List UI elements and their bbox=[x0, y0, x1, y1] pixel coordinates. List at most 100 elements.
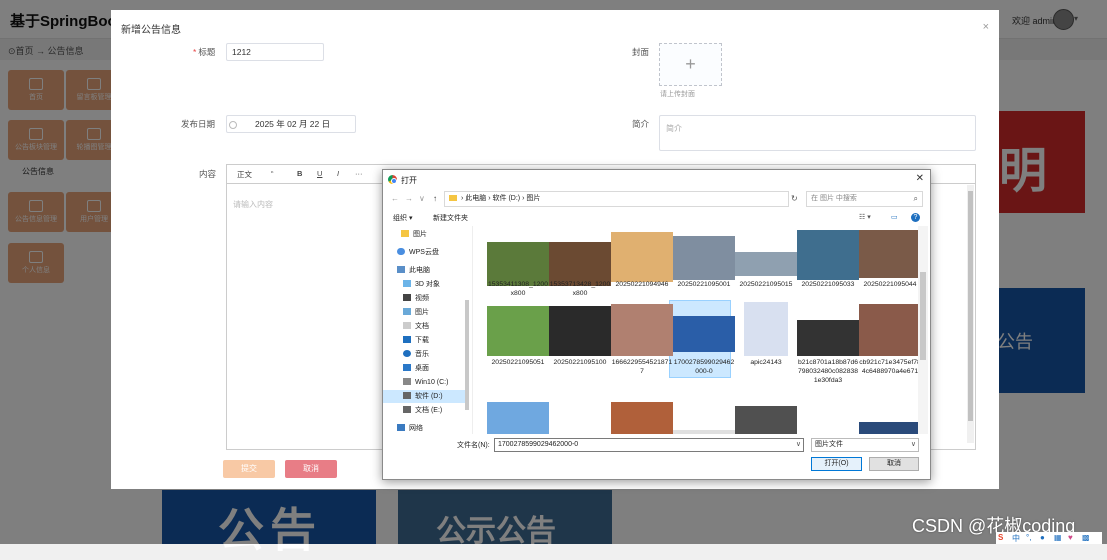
file-name[interactable]: b21c8701a18b87d6798032480c0828381e30fda3 bbox=[797, 358, 859, 385]
nav-item-drive-c[interactable]: Win10 (C:) bbox=[383, 376, 469, 389]
more-icon[interactable]: ··· bbox=[355, 169, 363, 178]
skin-icon[interactable]: ♥ bbox=[1068, 533, 1073, 542]
new-folder-button[interactable]: 新建文件夹 bbox=[433, 213, 468, 223]
sogou-icon[interactable]: S bbox=[998, 533, 1003, 542]
ime-toolbar[interactable]: S 中 °, ● ▦ ♥ ▩ bbox=[996, 532, 1102, 544]
address-bar[interactable]: › 此电脑 › 软件 (D:) › 图片 bbox=[444, 191, 789, 207]
file-name[interactable]: cb921c71e3475ef784c6488970a4e671 bbox=[859, 358, 919, 376]
file-thumbnail[interactable] bbox=[797, 422, 859, 434]
file-name[interactable]: 20250221095044 bbox=[859, 280, 919, 289]
file-name[interactable]: 20250221095051 bbox=[487, 358, 549, 367]
chevron-down-icon[interactable]: ∨ bbox=[419, 194, 425, 203]
nav-scrollbar[interactable] bbox=[463, 226, 471, 434]
grid-icon[interactable]: ▩ bbox=[1082, 533, 1090, 542]
ime-lang-icon[interactable]: 中 bbox=[1012, 533, 1020, 544]
forward-icon[interactable]: → bbox=[405, 194, 413, 203]
plus-icon: + bbox=[685, 54, 696, 74]
desktop-icon bbox=[403, 364, 411, 371]
nav-item-wps[interactable]: WPS云盘 bbox=[383, 246, 469, 259]
file-thumbnail[interactable] bbox=[487, 402, 549, 434]
file-name[interactable]: 20250221095015 bbox=[735, 280, 797, 289]
file-thumbnail[interactable] bbox=[673, 430, 735, 434]
file-thumbnail[interactable] bbox=[859, 422, 919, 434]
date-input[interactable]: 2025 年 02 月 22 日 bbox=[226, 115, 356, 133]
view-icon[interactable]: ☷ ▾ bbox=[859, 213, 871, 221]
file-thumbnail[interactable] bbox=[735, 406, 797, 434]
folder-icon bbox=[449, 195, 457, 201]
file-thumbnail[interactable] bbox=[859, 230, 919, 278]
nav-item-downloads[interactable]: 下载 bbox=[383, 334, 469, 347]
nav-item-network[interactable]: 网络 bbox=[383, 422, 469, 435]
organize-menu[interactable]: 组织 ▾ bbox=[393, 213, 412, 223]
nav-item-pictures2[interactable]: 图片 bbox=[383, 306, 469, 319]
file-name[interactable]: 20250221095001 bbox=[673, 280, 735, 289]
up-icon[interactable]: ↑ bbox=[433, 194, 437, 203]
file-thumbnail[interactable] bbox=[673, 316, 735, 352]
chevron-down-icon[interactable]: ∨ bbox=[911, 439, 916, 451]
underline-icon[interactable]: U bbox=[317, 169, 322, 178]
file-name[interactable]: 20250221095100 bbox=[549, 358, 611, 367]
nav-item-music[interactable]: 音乐 bbox=[383, 348, 469, 361]
file-name[interactable]: 20250221095033 bbox=[797, 280, 859, 289]
file-thumbnail[interactable] bbox=[744, 302, 788, 356]
file-thumbnail[interactable] bbox=[611, 304, 673, 356]
file-thumbnail[interactable] bbox=[611, 232, 673, 282]
filetype-select[interactable]: 图片文件 ∨ bbox=[811, 438, 919, 452]
nav-item-thispc[interactable]: 此电脑 bbox=[383, 264, 469, 277]
drive-icon bbox=[403, 392, 411, 399]
mic-icon[interactable]: ● bbox=[1040, 533, 1045, 542]
nav-item-videos[interactable]: 视频 bbox=[383, 292, 469, 305]
file-name[interactable]: 15353411308_1200x800 bbox=[487, 280, 549, 298]
file-thumbnail[interactable] bbox=[735, 252, 797, 276]
chevron-down-icon[interactable]: ∨ bbox=[796, 439, 801, 451]
editor-scrollbar[interactable] bbox=[967, 185, 974, 443]
editor-placeholder: 请输入内容 bbox=[233, 200, 273, 209]
refresh-icon[interactable]: ↻ bbox=[791, 194, 798, 203]
navigation-pane: 图片 WPS云盘 此电脑 3D 对象 视频 图片 文档 下载 音乐 桌面 Win… bbox=[383, 226, 473, 434]
keyboard-icon[interactable]: ▦ bbox=[1054, 533, 1062, 542]
nav-item-drive-e[interactable]: 文档 (E:) bbox=[383, 404, 469, 417]
nav-item-pictures[interactable]: 图片 bbox=[383, 228, 469, 241]
file-name[interactable]: 15353713428_1200x800 bbox=[549, 280, 611, 298]
nav-item-documents[interactable]: 文档 bbox=[383, 320, 469, 333]
cover-upload[interactable]: + bbox=[659, 43, 722, 86]
file-thumbnail[interactable] bbox=[487, 306, 549, 356]
title-input[interactable]: 1212 bbox=[226, 43, 324, 61]
dialog-titlebar[interactable]: 打开 ✕ bbox=[383, 170, 930, 188]
search-input[interactable]: 在 图片 中搜索 ⌕ bbox=[806, 191, 923, 207]
back-icon[interactable]: ← bbox=[391, 194, 399, 203]
file-thumbnail[interactable] bbox=[673, 236, 735, 280]
file-thumbnail[interactable] bbox=[549, 306, 611, 356]
preview-pane-icon[interactable]: ▭ bbox=[891, 213, 898, 221]
close-icon[interactable]: ✕ bbox=[916, 173, 924, 184]
file-name[interactable]: 1700278599029462000-0 bbox=[673, 358, 735, 376]
dialog-cancel-button[interactable]: 取消 bbox=[869, 457, 919, 471]
grid-scrollbar[interactable] bbox=[918, 226, 928, 434]
paragraph-select[interactable]: 正文 bbox=[237, 169, 252, 180]
file-thumbnail[interactable] bbox=[611, 402, 673, 434]
filename-input[interactable]: 1700278599029462000-0 ∨ bbox=[494, 438, 804, 452]
bold-icon[interactable]: B bbox=[297, 169, 302, 178]
nav-item-3d[interactable]: 3D 对象 bbox=[383, 278, 469, 291]
file-thumbnail[interactable] bbox=[797, 230, 859, 280]
title-label: * 标题 bbox=[193, 47, 216, 57]
open-button[interactable]: 打开(O) bbox=[811, 457, 862, 471]
cancel-button[interactable]: 取消 bbox=[285, 460, 337, 478]
punctuation-icon[interactable]: °, bbox=[1026, 533, 1031, 542]
file-thumbnail[interactable] bbox=[859, 304, 919, 356]
file-name[interactable]: apic24143 bbox=[735, 358, 797, 367]
help-icon[interactable]: ? bbox=[911, 213, 920, 222]
file-name[interactable]: 20250221094946 bbox=[611, 280, 673, 289]
nav-item-desktop[interactable]: 桌面 bbox=[383, 362, 469, 375]
italic-icon[interactable]: I bbox=[337, 169, 339, 178]
quote-icon[interactable]: “ bbox=[271, 169, 274, 178]
chrome-icon bbox=[388, 175, 397, 184]
file-name[interactable]: 16662295545218717 bbox=[611, 358, 673, 376]
address-row: ← → ∨ ↑ › 此电脑 › 软件 (D:) › 图片 ↻ 在 图片 中搜索 ⌕ bbox=[383, 188, 930, 210]
intro-textarea[interactable]: 简介 bbox=[659, 115, 976, 151]
submit-button[interactable]: 提交 bbox=[223, 460, 275, 478]
nav-item-drive-d[interactable]: 软件 (D:) bbox=[383, 390, 469, 403]
file-thumbnail[interactable] bbox=[797, 320, 859, 356]
close-icon[interactable]: × bbox=[983, 21, 989, 33]
dialog-title: 打开 bbox=[401, 176, 417, 185]
